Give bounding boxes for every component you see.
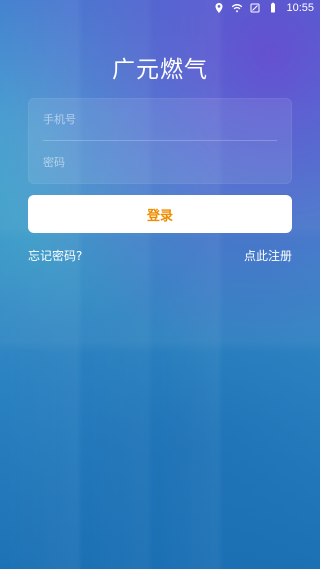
phone-input[interactable] — [28, 98, 292, 141]
battery-icon — [267, 2, 279, 14]
login-screen: 10:55 广元燃气 登录 忘记密码? 点此注册 — [0, 0, 320, 569]
status-right: 10:55 — [213, 2, 314, 14]
login-button[interactable]: 登录 — [28, 195, 292, 233]
status-bar: 10:55 — [0, 0, 320, 18]
signal-off-icon — [249, 2, 261, 14]
register-link[interactable]: 点此注册 — [244, 247, 292, 264]
app-title: 广元燃气 — [112, 57, 208, 83]
forgot-password-link[interactable]: 忘记密码? — [28, 247, 82, 264]
wifi-icon — [231, 2, 243, 14]
password-input-row — [28, 141, 292, 184]
password-input[interactable] — [28, 141, 292, 184]
login-form-card — [28, 98, 292, 184]
phone-input-row — [28, 98, 292, 141]
location-icon — [213, 2, 225, 14]
login-links: 忘记密码? 点此注册 — [28, 247, 292, 264]
status-time: 10:55 — [286, 2, 314, 14]
